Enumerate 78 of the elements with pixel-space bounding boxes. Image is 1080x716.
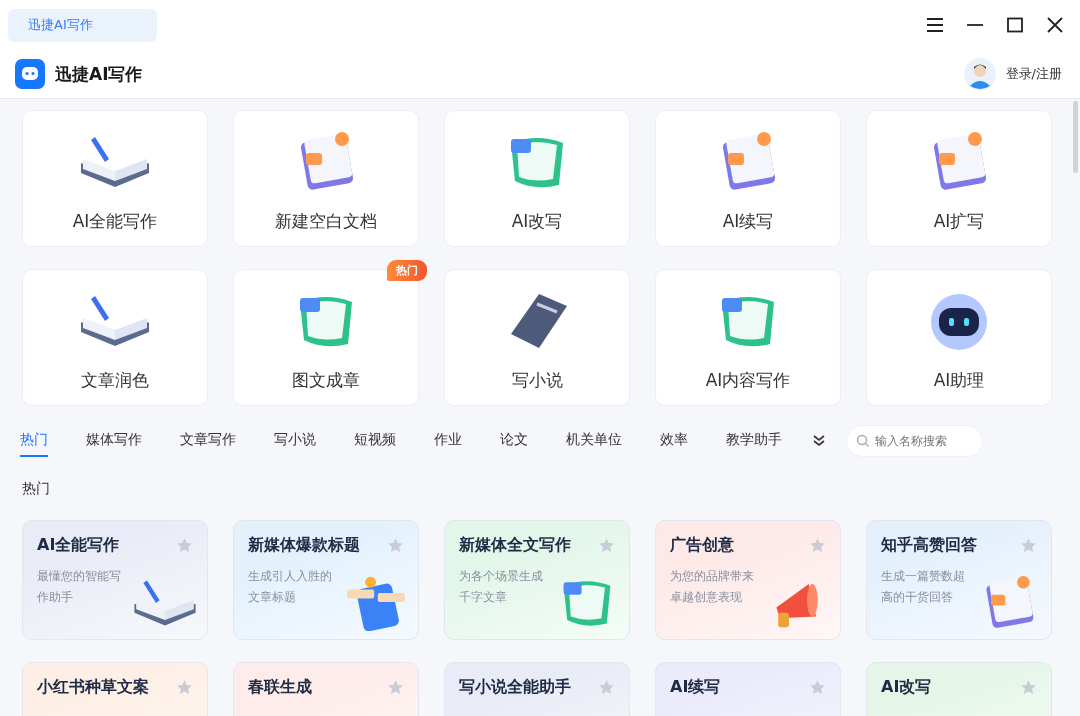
expand-chevron-icon[interactable] (812, 434, 826, 448)
tool-card[interactable]: AI续写 (655, 110, 841, 247)
tool-label: 新建空白文档 (275, 210, 377, 233)
tool-card[interactable]: AI扩写 (866, 110, 1052, 247)
section-title: 热门 (22, 480, 51, 498)
template-title: 广告创意 (670, 535, 734, 556)
menu-icon[interactable] (926, 17, 944, 33)
tool-card[interactable]: AI助理 (866, 269, 1052, 406)
star-icon[interactable] (1020, 679, 1037, 696)
category-tab[interactable]: 短视频 (354, 425, 396, 457)
app-title: 迅捷AI写作 (55, 62, 143, 86)
category-tab[interactable]: 教学助手 (726, 425, 782, 457)
template-card[interactable]: 新媒体爆款标题 生成引人入胜的文章标题 (233, 520, 419, 640)
template-title: 春联生成 (248, 677, 312, 698)
template-card[interactable]: 写小说全能助手 (444, 662, 630, 716)
template-card[interactable]: 知乎高赞回答 生成一篇赞数超高的干货回答 (866, 520, 1052, 640)
category-tab[interactable]: 热门 (20, 425, 48, 457)
template-card[interactable]: 春联生成 (233, 662, 419, 716)
tool-card[interactable]: 写小说 (444, 269, 630, 406)
template-title: AI续写 (670, 677, 721, 698)
template-title: 新媒体爆款标题 (248, 535, 360, 556)
tool-label: 文章润色 (81, 369, 149, 392)
star-icon[interactable] (387, 679, 404, 696)
tool-label: 写小说 (511, 369, 563, 392)
category-tab[interactable]: 论文 (500, 425, 528, 457)
login-link[interactable]: 登录/注册 (1005, 65, 1062, 83)
template-description: 为各个场景生成千字文章 (459, 568, 544, 606)
star-icon[interactable] (387, 537, 404, 554)
star-icon[interactable] (809, 537, 826, 554)
template-card[interactable]: 小红书种草文案 (22, 662, 208, 716)
tool-card[interactable]: 文章润色 (22, 269, 208, 406)
tool-card[interactable]: 新建空白文档 (233, 110, 419, 247)
template-card[interactable]: AI改写 (866, 662, 1052, 716)
template-title: 小红书种草文案 (37, 677, 149, 698)
template-title: 知乎高赞回答 (881, 535, 977, 556)
template-card[interactable]: AI全能写作 最懂您的智能写作助手 (22, 520, 208, 640)
tool-label: AI扩写 (933, 210, 985, 233)
category-tab[interactable]: 媒体写作 (86, 425, 142, 457)
template-description: 最懂您的智能写作助手 (37, 568, 122, 606)
star-icon[interactable] (176, 537, 193, 554)
template-card[interactable]: AI续写 (655, 662, 841, 716)
tool-label: AI全能写作 (72, 210, 158, 233)
tool-card[interactable]: AI内容写作 (655, 269, 841, 406)
window-tab[interactable]: 迅捷AI写作 (8, 8, 157, 42)
category-tab[interactable]: 写小说 (274, 425, 316, 457)
template-description: 生成引人入胜的文章标题 (248, 568, 333, 606)
star-icon[interactable] (1020, 537, 1037, 554)
search-field[interactable]: 输入名称搜索 (846, 425, 983, 457)
template-title: AI改写 (881, 677, 932, 698)
search-icon (856, 434, 870, 448)
template-description: 为您的品牌带来卓越创意表现 (670, 568, 755, 606)
close-icon[interactable] (1046, 17, 1064, 33)
star-icon[interactable] (809, 679, 826, 696)
star-icon[interactable] (598, 679, 615, 696)
category-tab[interactable]: 效率 (660, 425, 688, 457)
tool-label: AI内容写作 (705, 369, 791, 392)
tool-label: AI续写 (722, 210, 774, 233)
tool-label: 图文成章 (292, 369, 360, 392)
category-tab[interactable]: 机关单位 (566, 425, 622, 457)
template-title: 写小说全能助手 (459, 677, 571, 698)
avatar-icon[interactable] (963, 58, 996, 90)
template-description: 生成一篇赞数超高的干货回答 (881, 568, 966, 606)
tool-label: AI助理 (933, 369, 985, 392)
category-tab[interactable]: 作业 (434, 425, 462, 457)
star-icon[interactable] (176, 679, 193, 696)
maximize-icon[interactable] (1006, 17, 1024, 33)
chat-bubble-logo-icon (15, 59, 45, 89)
scrollbar-thumb[interactable] (1073, 101, 1078, 173)
template-card[interactable]: 新媒体全文写作 为各个场景生成千字文章 (444, 520, 630, 640)
star-icon[interactable] (598, 537, 615, 554)
category-tab[interactable]: 文章写作 (180, 425, 236, 457)
template-card[interactable]: 广告创意 为您的品牌带来卓越创意表现 (655, 520, 841, 640)
template-title: 新媒体全文写作 (459, 535, 571, 556)
hot-badge: 热门 (387, 260, 427, 281)
tool-label: AI改写 (511, 210, 563, 233)
tool-card[interactable]: AI全能写作 (22, 110, 208, 247)
tool-card[interactable]: AI改写 (444, 110, 630, 247)
template-title: AI全能写作 (37, 535, 120, 556)
